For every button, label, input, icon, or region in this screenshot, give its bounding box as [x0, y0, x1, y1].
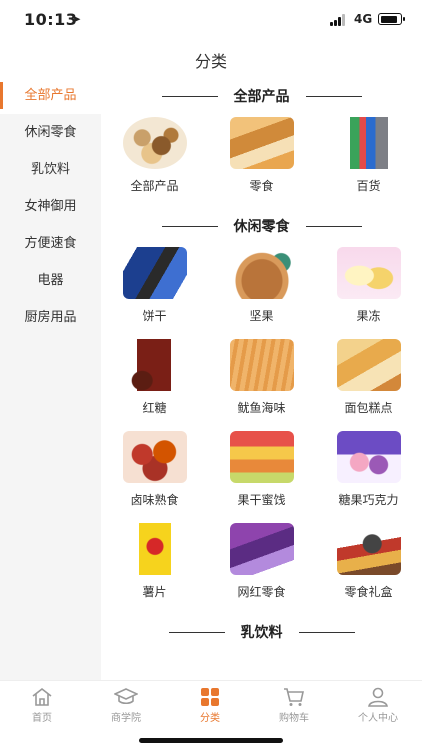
tab-cart[interactable]: 购物车 — [252, 687, 336, 724]
section-title: 休闲零食 — [233, 219, 290, 235]
tab-label: 首页 — [32, 713, 52, 724]
tab-home[interactable]: 首页 — [0, 687, 84, 724]
category-label: 饼干 — [142, 309, 167, 323]
tab-category[interactable]: 分类 — [168, 687, 252, 724]
gift-box-image — [336, 523, 401, 575]
category-grid: 全部产品 零食 百货 — [101, 115, 422, 207]
tab-business-school[interactable]: 商学院 — [84, 687, 168, 724]
category-label: 果冻 — [356, 309, 381, 323]
home-indicator — [139, 738, 283, 743]
trendy-snacks-image — [229, 523, 294, 575]
braised-meat-image — [122, 431, 187, 483]
status-bar: 10:13 ➤ 4G — [0, 0, 422, 40]
category-sidebar: 全部产品 休闲零食 乳饮料 女神御用 方便速食 电器 厨房用品 — [0, 77, 101, 680]
category-item[interactable]: 全部产品 — [101, 115, 208, 207]
bread-box-image — [336, 339, 401, 391]
category-label: 红糖 — [142, 401, 167, 415]
candy-image — [336, 431, 401, 483]
category-label: 全部产品 — [130, 179, 179, 193]
category-item[interactable]: 面包糕点 — [315, 337, 422, 429]
graduation-cap-icon — [114, 688, 138, 705]
network-type: 4G — [354, 12, 373, 26]
category-item[interactable]: 果冻 — [315, 245, 422, 337]
category-item[interactable]: 鱿鱼海味 — [208, 337, 315, 429]
sidebar-item-dairy-drinks[interactable]: 乳饮料 — [0, 151, 101, 188]
category-label: 零食 — [249, 179, 274, 193]
category-item[interactable]: 糖果巧克力 — [315, 429, 422, 521]
category-item[interactable]: 坚果 — [208, 245, 315, 337]
sidebar-item-all-products[interactable]: 全部产品 — [0, 77, 101, 114]
category-item[interactable]: 百货 — [315, 115, 422, 207]
section-header: 全部产品 — [101, 77, 422, 115]
sidebar-item-instant-food[interactable]: 方便速食 — [0, 225, 101, 262]
nut-bowl-image — [229, 247, 294, 299]
cart-icon — [284, 688, 304, 706]
category-label: 鱿鱼海味 — [237, 401, 286, 415]
category-label: 糖果巧克力 — [338, 493, 399, 507]
category-label: 卤味熟食 — [130, 493, 179, 507]
signal-icon — [330, 14, 348, 26]
category-item[interactable]: 红糖 — [101, 337, 208, 429]
sidebar-item-appliances[interactable]: 电器 — [0, 262, 101, 299]
category-item[interactable]: 卤味熟食 — [101, 429, 208, 521]
snack-box-image — [229, 117, 294, 169]
tab-label: 购物车 — [279, 713, 309, 724]
tab-label: 个人中心 — [358, 713, 398, 724]
category-item[interactable]: 饼干 — [101, 245, 208, 337]
category-label: 百货 — [356, 179, 381, 193]
jelly-cakes-image — [336, 247, 401, 299]
tab-label: 商学院 — [111, 713, 141, 724]
tab-label: 分类 — [200, 713, 220, 724]
category-label: 网红零食 — [237, 585, 286, 599]
section-title: 乳饮料 — [240, 625, 283, 641]
sidebar-item-goddess[interactable]: 女神御用 — [0, 188, 101, 225]
brown-sugar-bag-image — [122, 339, 187, 391]
category-item[interactable]: 果干蜜饯 — [208, 429, 315, 521]
squid-strips-image — [229, 339, 294, 391]
category-grid: 饼干 坚果 果冻 红糖 鱿鱼海味 面包糕点 卤味熟食 果干蜜饯 糖果巧克力 薯片… — [101, 245, 422, 613]
category-label: 薯片 — [142, 585, 167, 599]
sidebar-item-kitchenware[interactable]: 厨房用品 — [0, 299, 101, 336]
sidebar-item-snacks[interactable]: 休闲零食 — [0, 114, 101, 151]
section-header: 乳饮料 — [101, 613, 422, 651]
battery-icon — [378, 13, 405, 25]
kettle-knives-image — [336, 117, 401, 169]
dried-fruit-image — [229, 431, 294, 483]
user-icon — [368, 687, 388, 707]
category-label: 果干蜜饯 — [237, 493, 286, 507]
status-time: 10:13 — [24, 10, 78, 29]
cookie-packs-image — [122, 247, 187, 299]
home-icon — [32, 687, 52, 706]
page-title: 分类 — [194, 52, 227, 71]
category-label: 面包糕点 — [344, 401, 393, 415]
grid-icon — [201, 688, 219, 706]
category-item[interactable]: 薯片 — [101, 521, 208, 613]
category-item[interactable]: 零食礼盒 — [315, 521, 422, 613]
section-title: 全部产品 — [233, 89, 290, 105]
location-arrow-icon: ➤ — [71, 12, 82, 26]
category-label: 坚果 — [249, 309, 274, 323]
potato-chips-bag-image — [122, 523, 187, 575]
category-label: 零食礼盒 — [344, 585, 393, 599]
mixed-snacks-basket-image — [122, 117, 187, 169]
section-header: 休闲零食 — [101, 207, 422, 245]
category-content: 全部产品 全部产品 零食 百货 休闲零食 饼干 坚果 果冻 红糖 鱿鱼海味 面包… — [101, 77, 422, 680]
category-item[interactable]: 网红零食 — [208, 521, 315, 613]
tab-profile[interactable]: 个人中心 — [336, 687, 420, 724]
category-item[interactable]: 零食 — [208, 115, 315, 207]
